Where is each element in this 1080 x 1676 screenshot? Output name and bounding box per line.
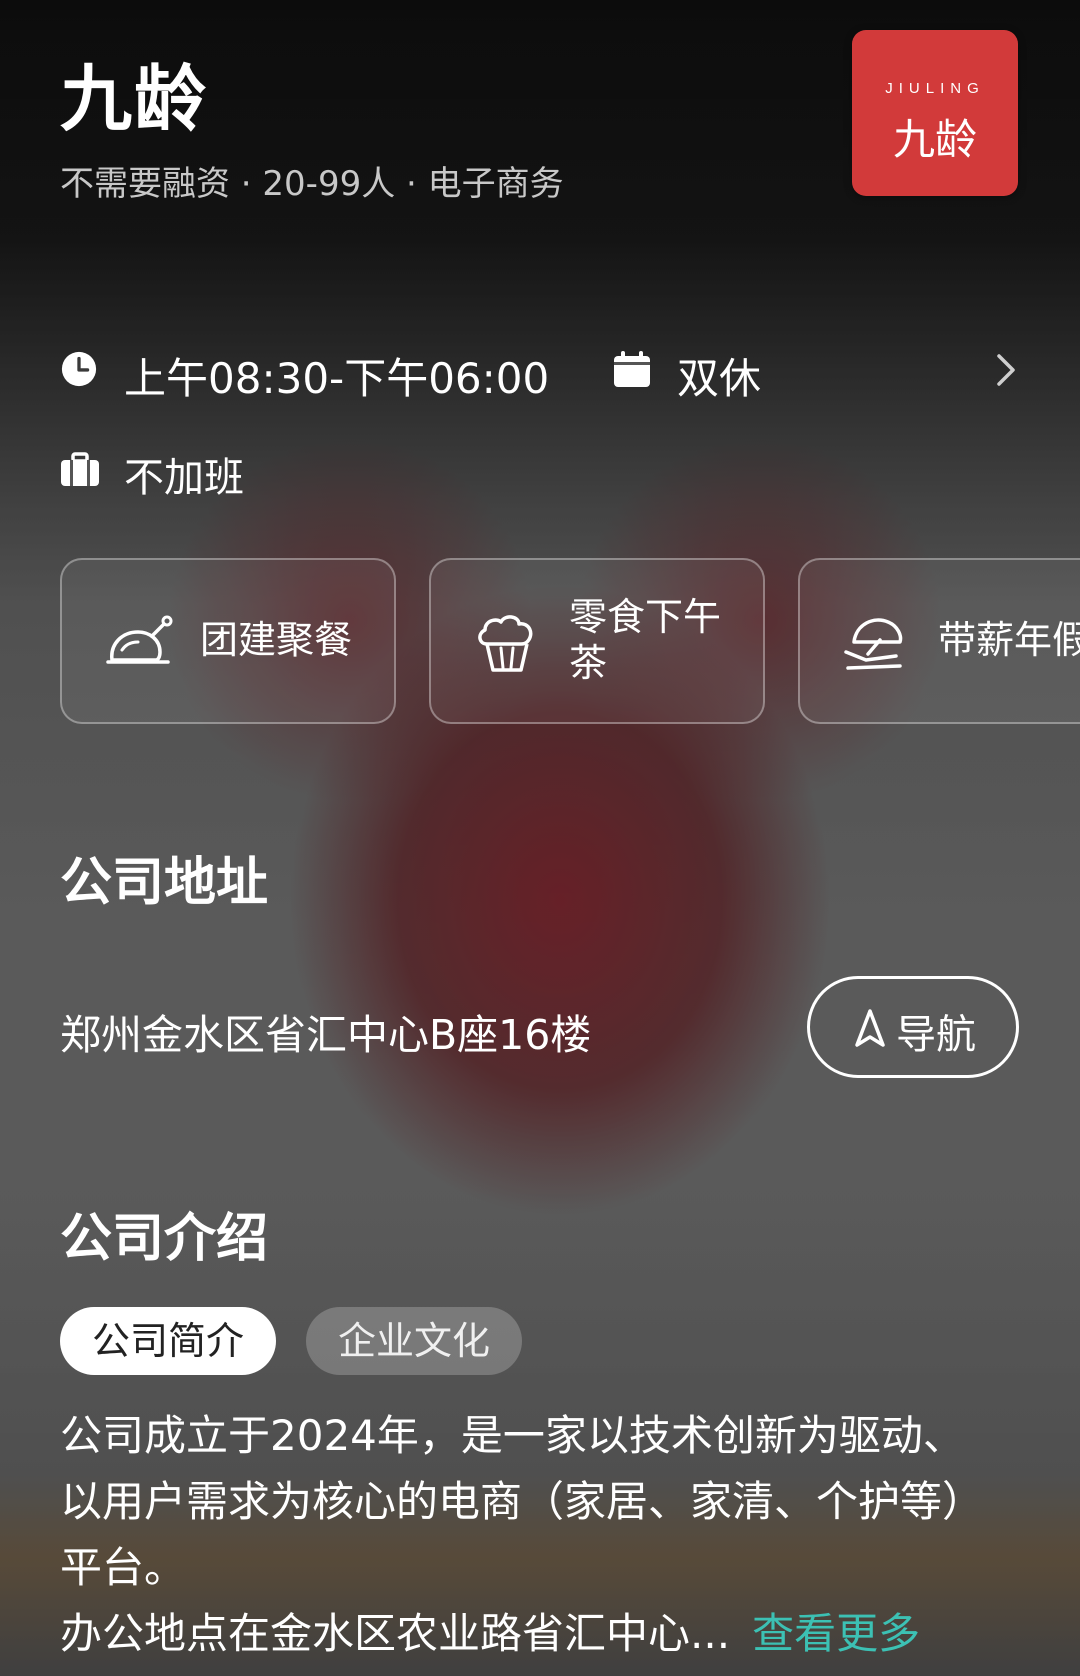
intro-line: 办公地点在金水区农业路省汇中心... [60,1609,731,1658]
benefits-carousel[interactable]: 团建聚餐 零食下午 茶 带薪年假 [60,558,1080,726]
company-meta: 不需要融资 · 20-99人 · 电子商务 [60,164,564,204]
intro-line: 以用户需求为核心的电商（家居、家清、个护等） [60,1477,985,1526]
overtime-row: 不加班 [60,440,460,501]
company-intro: 公司成立于2024年，是一家以技术创新为驱动、 以用户需求为核心的电商（家居、家… [60,1403,1020,1667]
benefit-card[interactable]: 零食下午 茶 [429,558,765,724]
sun-lounger-icon [844,618,903,670]
intro-section-title: 公司介绍 [60,1209,269,1269]
clock-icon [61,351,97,387]
company-page: 九龄 不需要融资 · 20-99人 · 电子商务 JIULING 九龄 上午08… [0,0,1080,1676]
benefit-card[interactable]: 团建聚餐 [60,558,396,724]
logo-latin-text: JIULING [885,80,985,97]
tab-company-profile[interactable]: 公司简介 [60,1307,276,1375]
benefit-label: 带薪年假 [938,618,1080,662]
roast-chicken-icon [106,615,173,664]
chevron-right-icon[interactable] [992,350,1020,390]
company-name: 九龄 [60,57,209,141]
intro-line: 公司成立于2024年，是一家以技术创新为驱动、 [60,1411,965,1460]
overtime-policy: 不加班 [124,455,244,501]
benefit-card[interactable]: 带薪年假 [798,558,1080,724]
work-hours: 上午08:30-下午06:00 [124,354,550,403]
benefit-label: 团建聚餐 [200,618,353,662]
briefcase-icon [61,452,99,486]
company-address: 郑州金水区省汇中心B座16楼 [60,1011,592,1059]
intro-line: 平台。 [60,1543,187,1592]
calendar-icon [614,351,650,387]
navigation-label: 导航 [896,1012,976,1058]
cupcake-icon [478,615,533,672]
intro-last-line: 办公地点在金水区农业路省汇中心... 查看更多 [60,1601,1020,1667]
tab-company-culture[interactable]: 企业文化 [306,1307,522,1375]
address-section-title: 公司地址 [60,853,269,913]
company-logo: JIULING 九龄 [852,30,1018,196]
view-more-link[interactable]: 查看更多 [752,1609,920,1658]
navigation-arrow-icon [855,1009,885,1047]
benefit-label: 零食下午 茶 [569,595,722,685]
navigation-button[interactable]: 导航 [807,976,1019,1078]
rest-days: 双休 [677,354,762,403]
work-schedule-row[interactable]: 上午08:30-下午06:00 双休 [60,340,1020,403]
logo-cn-text: 九龄 [892,115,977,164]
